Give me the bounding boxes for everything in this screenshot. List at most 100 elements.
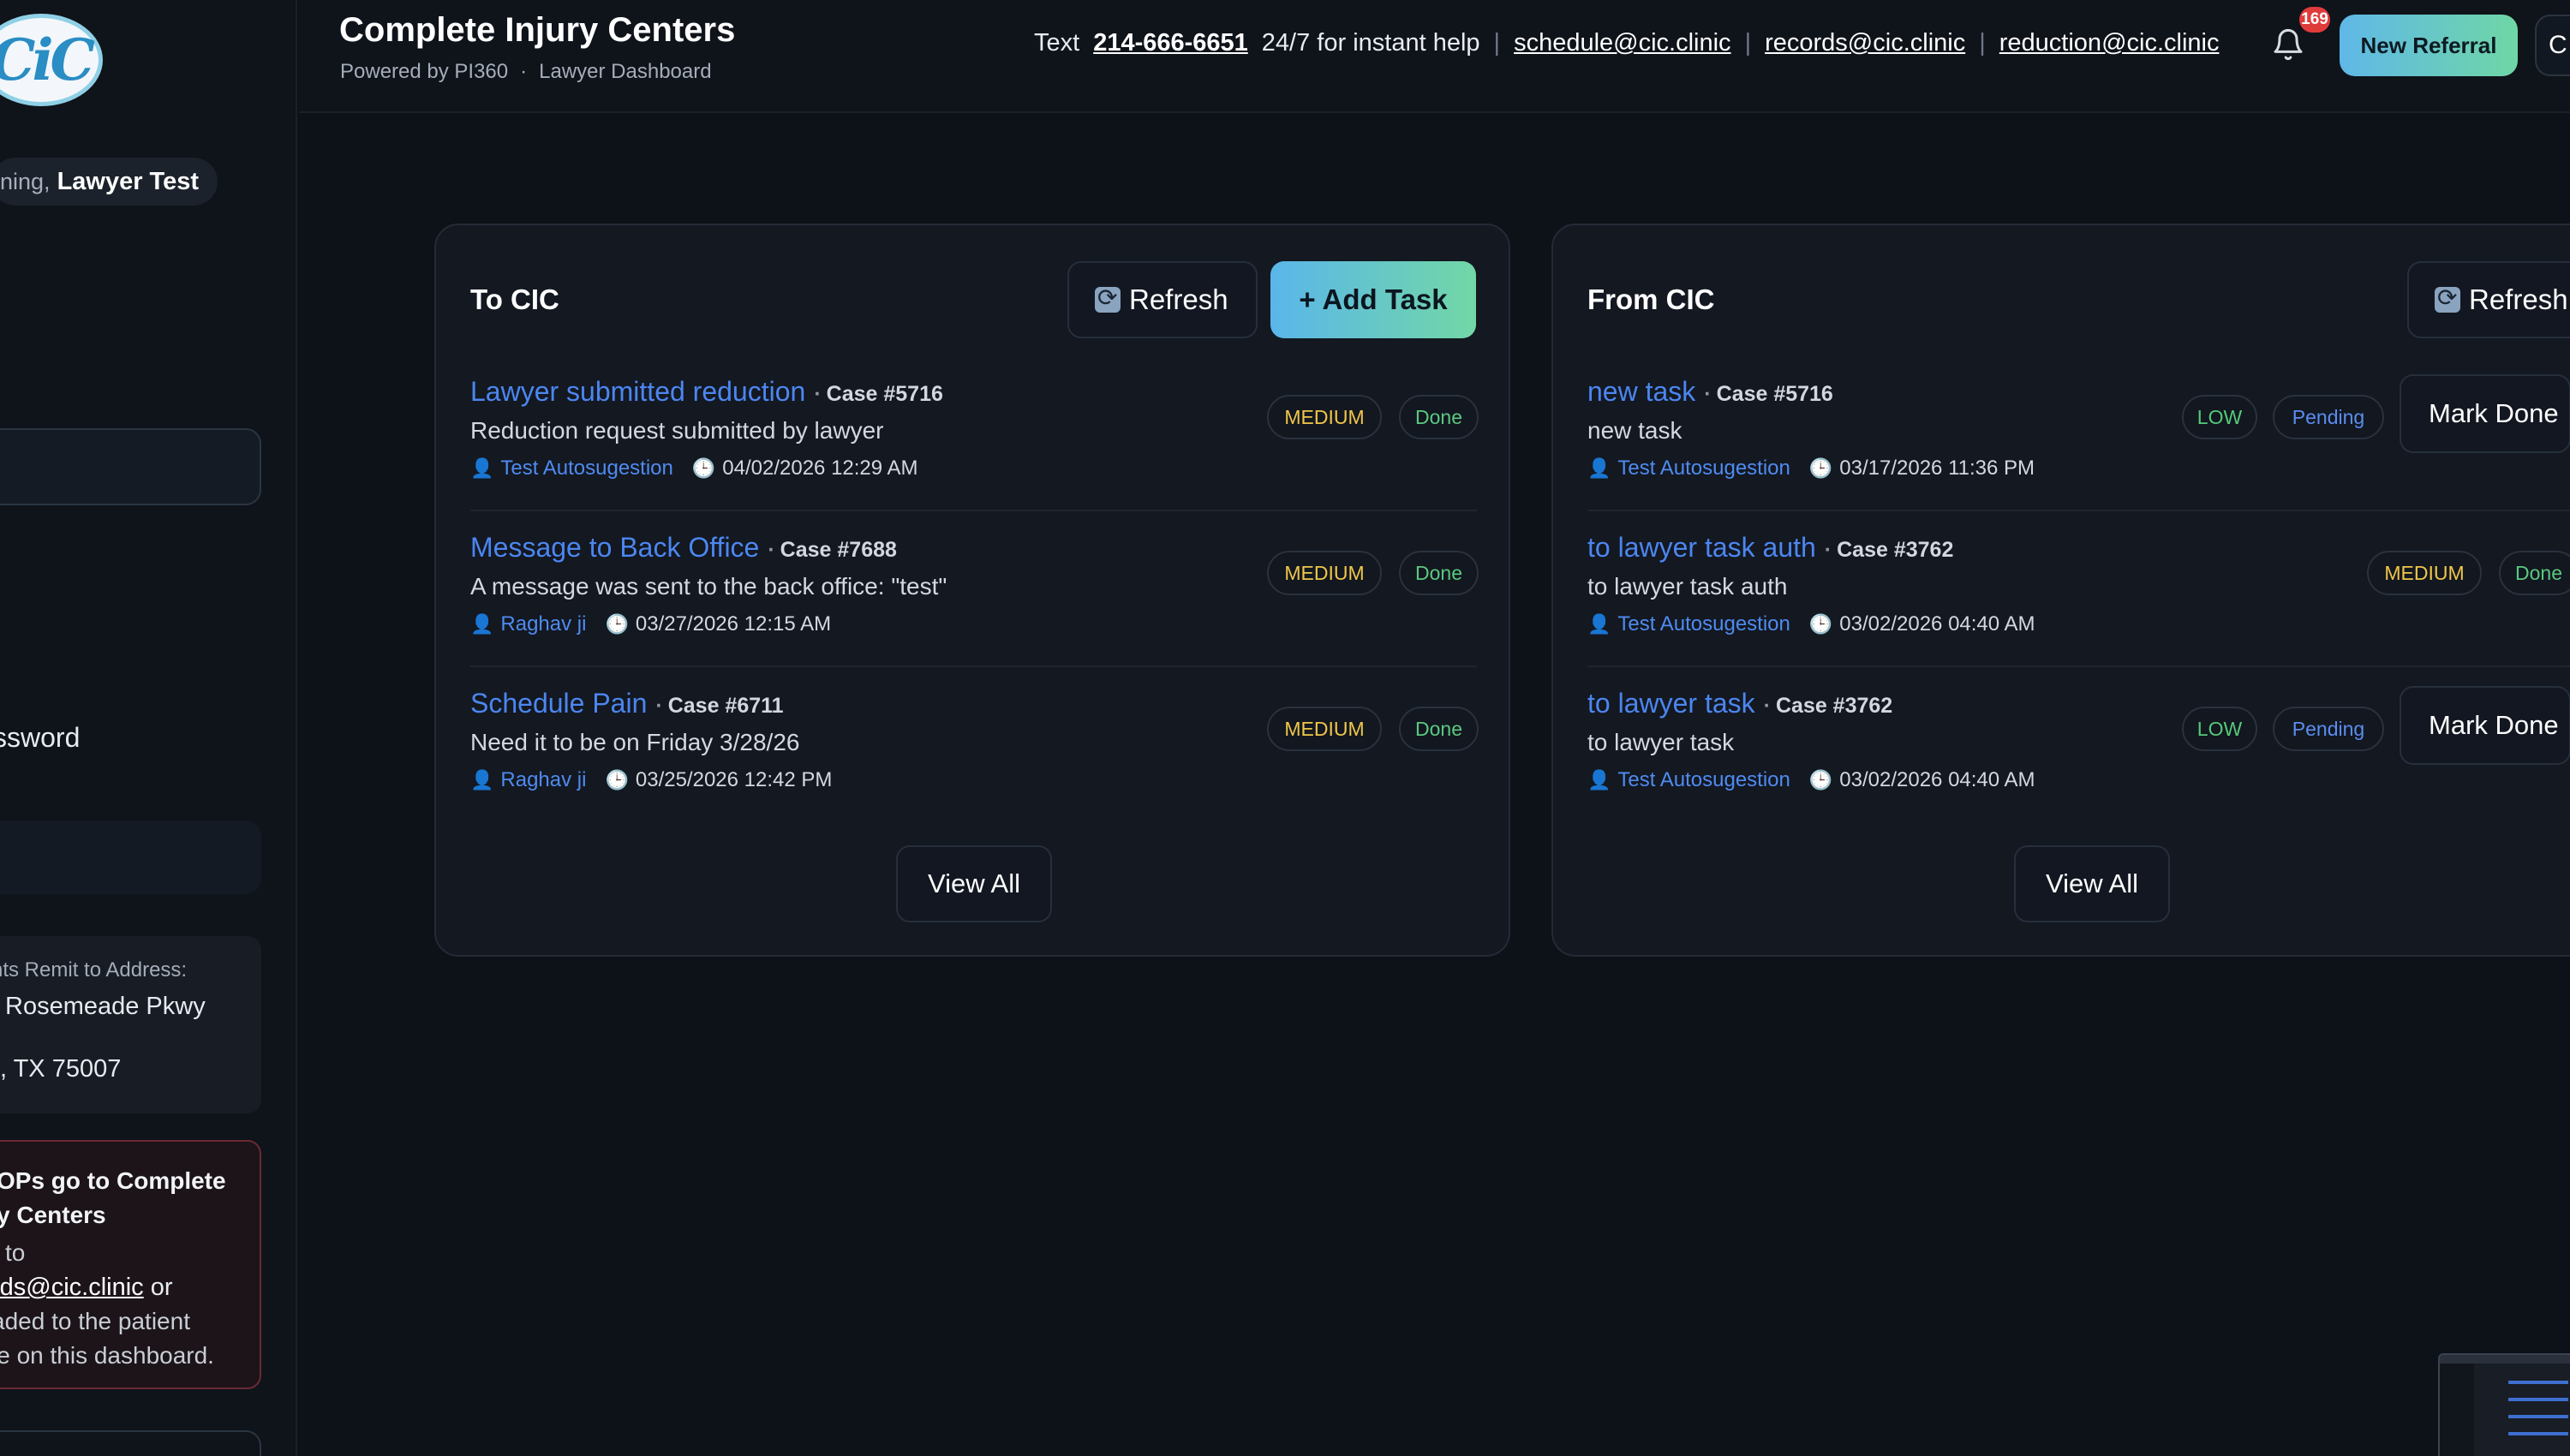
thumbnail-sidebar [2440,1364,2474,1456]
refresh-icon [1095,283,1121,313]
records-email-link[interactable]: rds@cic.clinic [0,1274,144,1301]
priority-badge: MEDIUM [1267,707,1382,751]
cic-logo[interactable]: CiC [0,14,103,106]
card-title: To CIC [470,283,559,315]
clock-icon: 🕒 [605,613,629,635]
refresh-icon [2435,283,2460,313]
status-badge: Done [2499,551,2570,595]
task-title-link[interactable]: Lawyer submitted reduction [470,376,805,408]
sidebar-item-password[interactable]: ssword [0,722,80,754]
sidebar: CiC ning, Lawyer Test ssword nts Remit t… [0,0,297,1456]
task-assignee[interactable]: Test Autosugestion [1617,456,1790,480]
task-date: 03/02/2026 04:40 AM [1839,768,2035,791]
task-head: Message to Back Office · Case #7688 [470,532,897,564]
records-email-link[interactable]: records@cic.clinic [1765,29,1965,57]
mark-done-button[interactable]: Mark Done [2400,686,2570,765]
clock-icon: 🕒 [605,769,629,791]
notification-badge: 169 [2299,7,2330,33]
new-referral-button[interactable]: New Referral [2340,15,2518,76]
task-title-link[interactable]: to lawyer task auth [1587,532,1816,564]
task-description: to lawyer task [1587,729,1735,755]
lop-alert-card: OPs go to Complete y Centers l to rds@ci… [0,1140,261,1389]
mark-done-button[interactable]: Mark Done [2400,374,2570,453]
remit-title: nts Remit to Address: [0,958,188,982]
bell-icon[interactable] [2271,27,2305,62]
separator: | [1744,29,1752,57]
task-assignee[interactable]: Raghav ji [500,768,586,792]
task-title-link[interactable]: Message to Back Office [470,532,759,564]
case-number: Case #7688 [780,538,897,562]
section-name: Lawyer Dashboard [539,60,712,83]
clock-icon: 🕒 [691,457,716,479]
task-case: · Case #5716 [1704,382,1833,406]
task-assignee[interactable]: Test Autosugestion [1617,612,1790,636]
task-title-link[interactable]: to lawyer task [1587,688,1755,719]
task-case: · Case #3762 [1763,694,1893,718]
task-head: new task · Case #5716 [1587,376,1833,408]
priority-badge: MEDIUM [1267,551,1382,595]
task-case: · Case #3762 [1824,538,1954,562]
task-head: to lawyer task auth · Case #3762 [1587,532,1953,564]
status-badge: Done [1399,707,1479,751]
sidebar-input-box[interactable] [0,428,261,505]
contact-prefix: Text [1034,29,1080,57]
priority-badge: MEDIUM [1267,395,1382,439]
task-meta: 👤 Raghav ji 🕒 03/27/2026 12:15 AM [470,612,831,636]
task-date: 03/17/2026 11:36 PM [1839,456,2035,480]
task-row: to lawyer task · Case #3762 to lawyer tas… [1587,667,2570,823]
alert-line4: rds@cic.clinic or [0,1270,260,1304]
thumbnail-line [2508,1432,2568,1435]
task-assignee[interactable]: Test Autosugestion [500,456,672,480]
task-date: 03/27/2026 12:15 AM [635,612,832,636]
task-case: · Case #6711 [655,694,784,718]
phone-link[interactable]: 214-666-6651 [1093,29,1248,57]
refresh-button[interactable]: Refresh [2407,261,2570,338]
task-title-link[interactable]: Schedule Pain [470,688,647,719]
alert-email-suffix: or [143,1274,173,1301]
person-icon: 👤 [470,769,494,791]
case-number: Case #3762 [1837,538,1954,562]
view-all-button[interactable]: View All [896,845,1052,922]
task-assignee[interactable]: Test Autosugestion [1617,768,1790,792]
person-icon: 👤 [1587,769,1611,791]
thumbnail-line [2508,1398,2568,1401]
task-head: to lawyer task · Case #3762 [1587,688,1892,719]
add-task-button[interactable]: + Add Task [1270,261,1476,338]
task-row: Schedule Pain · Case #6711 Need it to be … [470,667,1479,823]
task-description: new task [1587,417,1682,444]
greeting-chip: ning, Lawyer Test [0,158,218,206]
person-icon: 👤 [1587,457,1611,479]
person-icon: 👤 [470,613,494,635]
priority-badge: LOW [2182,395,2257,439]
remit-line1: Rosemeade Pkwy [5,993,206,1020]
task-assignee[interactable]: Raghav ji [500,612,586,636]
refresh-button[interactable]: Refresh [1067,261,1258,338]
separator: | [1493,29,1501,57]
task-meta: 👤 Test Autosugestion 🕒 04/02/2026 12:29 … [470,456,917,480]
person-icon: 👤 [470,457,494,479]
alert-line3: l to [0,1239,26,1266]
sidebar-panel [0,820,261,894]
header-secondary-button[interactable]: C [2535,15,2570,76]
task-row: to lawyer task auth · Case #3762 to lawye… [1587,511,2570,667]
view-all-button[interactable]: View All [2014,845,2170,922]
schedule-email-link[interactable]: schedule@cic.clinic [1514,29,1730,57]
from-cic-card: From CIC Refresh new task ·Case #5716 ne… [1551,224,2570,957]
task-head: Lawyer submitted reduction · Case #5716 [470,376,943,408]
reduction-email-link[interactable]: reduction@cic.clinic [1999,29,2220,57]
task-row: Message to Back Office · Case #7688 A mes… [470,511,1479,667]
task-description: A message was sent to the back office: "… [470,573,947,600]
task-meta: 👤 Test Autosugestion 🕒 03/17/2026 11:36 … [1587,456,2035,480]
status-badge: Done [1399,551,1479,595]
sidebar-bottom-box[interactable] [0,1430,261,1456]
screenshot-thumbnail[interactable] [2438,1353,2570,1456]
case-number: Case #6711 [667,694,784,718]
contact-bar: Text 214-666-6651 24/7 for instant help … [1034,29,2219,57]
powered-by: Powered by PI360 [340,60,509,83]
status-badge: Pending [2273,395,2384,439]
greeting-prefix: ning, [0,168,51,194]
task-date: 03/02/2026 04:40 AM [1839,612,2035,636]
case-number: Case #3762 [1775,694,1893,718]
task-head: Schedule Pain · Case #6711 [470,688,784,719]
task-title-link[interactable]: new task [1587,376,1695,408]
